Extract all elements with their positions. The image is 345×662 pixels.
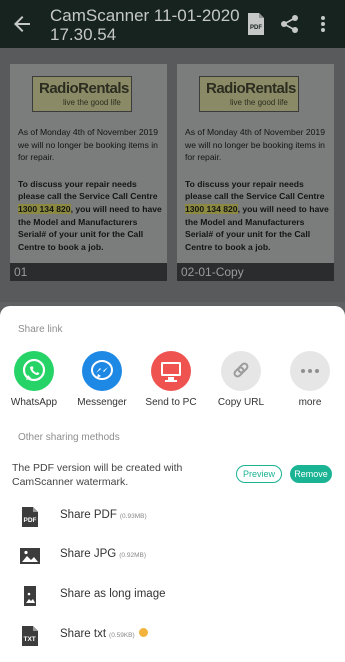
txt-file-icon: TXT [22, 626, 38, 646]
share-link-title: Share link [18, 324, 63, 335]
share-pdf-option[interactable]: PDF Share PDF (0.93MB) [0, 499, 345, 535]
share-whatsapp-button[interactable]: WhatsApp [0, 351, 69, 408]
image-icon [20, 548, 40, 564]
share-link-row: WhatsApp Messenger Send to PC Copy URL m… [0, 351, 345, 421]
other-methods-title: Other sharing methods [18, 432, 120, 443]
smiley-icon [138, 628, 148, 637]
share-messenger-button[interactable]: Messenger [67, 351, 137, 408]
whatsapp-icon [14, 351, 54, 391]
share-jpg-option[interactable]: Share JPG (0.92MB) [0, 538, 345, 574]
share-icon[interactable] [280, 14, 300, 34]
overflow-menu-icon[interactable] [316, 14, 330, 34]
monitor-icon [151, 351, 191, 391]
back-arrow-icon[interactable] [10, 12, 34, 36]
document-title: CamScanner 11-01-2020 17.30.54 [50, 6, 240, 44]
page-label: 01 [10, 263, 167, 281]
svg-text:TXT: TXT [24, 636, 36, 643]
page-thumbnail[interactable]: RadioRentals live the good life As of Mo… [10, 64, 167, 264]
share-copy-url-button[interactable]: Copy URL [206, 351, 276, 408]
page-thumbnails: RadioRentals live the good life As of Mo… [0, 48, 345, 302]
pdf-icon[interactable]: PDF [246, 12, 266, 36]
preview-button[interactable]: Preview [236, 465, 282, 483]
document-text: As of Monday 4th of November 2019 we wil… [18, 127, 162, 252]
radio-rentals-logo: RadioRentals live the good life [32, 76, 132, 112]
app-bar: CamScanner 11-01-2020 17.30.54 PDF [0, 0, 345, 48]
radio-rentals-logo: RadioRentals live the good life [199, 76, 299, 112]
page-thumbnail[interactable]: RadioRentals live the good life As of Mo… [177, 64, 334, 264]
share-more-button[interactable]: more [275, 351, 345, 408]
messenger-icon [82, 351, 122, 391]
document-text: As of Monday 4th of November 2019 we wil… [185, 127, 329, 252]
page-label: 02-01-Copy [177, 263, 334, 281]
watermark-notice: The PDF version will be created with Cam… [12, 462, 183, 488]
remove-watermark-button[interactable]: Remove [290, 465, 332, 483]
svg-text:PDF: PDF [250, 25, 262, 31]
link-icon [221, 351, 261, 391]
long-image-icon [24, 586, 36, 606]
share-send-to-pc-button[interactable]: Send to PC [136, 351, 206, 408]
more-dots-icon [290, 351, 330, 391]
share-bottom-sheet: Share link WhatsApp Messenger Send to PC… [0, 306, 345, 662]
pdf-file-icon: PDF [22, 507, 38, 527]
share-long-image-option[interactable]: Share as long image [0, 578, 345, 614]
svg-text:PDF: PDF [24, 517, 37, 524]
share-txt-option[interactable]: TXT Share txt (0.59KB) [0, 618, 345, 654]
